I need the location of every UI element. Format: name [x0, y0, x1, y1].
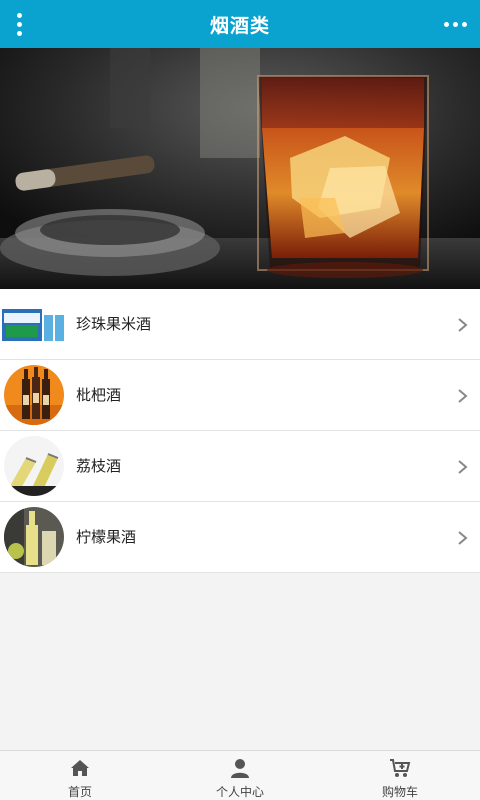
- list-item[interactable]: 枇杷酒: [0, 360, 480, 431]
- menu-button[interactable]: [6, 7, 32, 41]
- item-label: 荔枝酒: [76, 457, 122, 475]
- more-dot-icon: [452, 21, 458, 27]
- home-icon: [71, 760, 89, 776]
- tab-label: 个人中心: [215, 785, 264, 799]
- menu-dot-icon: [16, 30, 22, 36]
- lychee-wine-image: [4, 436, 64, 496]
- product-list: 珍珠果米酒 枇杷酒 荔枝酒 柠檬果酒: [0, 289, 480, 573]
- rice-wine-box-image: [2, 309, 64, 341]
- item-label: 柠檬果酒: [76, 528, 137, 546]
- list-item[interactable]: 柠檬果酒: [0, 502, 480, 573]
- tab-profile[interactable]: 个人中心: [160, 751, 320, 800]
- more-options-button[interactable]: [440, 10, 470, 38]
- tab-label: 首页: [67, 785, 92, 799]
- banner-image[interactable]: [0, 48, 480, 289]
- chevron-right-icon: [458, 389, 468, 403]
- chevron-right-icon: [458, 531, 468, 545]
- tab-cart[interactable]: 购物车: [320, 751, 480, 800]
- loquat-wine-image: [4, 365, 64, 425]
- chevron-right-icon: [458, 460, 468, 474]
- cart-icon: [390, 759, 411, 777]
- item-thumbnail: [2, 307, 66, 343]
- list-item[interactable]: 珍珠果米酒: [0, 289, 480, 360]
- page-title: 烟酒类: [209, 14, 270, 37]
- item-label: 珍珠果米酒: [76, 315, 152, 333]
- chevron-right-icon: [458, 318, 468, 332]
- whiskey-glass-photo: [0, 48, 480, 289]
- user-icon: [231, 759, 249, 778]
- bottom-tab-bar: 首页 个人中心 购物车: [0, 750, 480, 800]
- list-item[interactable]: 荔枝酒: [0, 431, 480, 502]
- menu-dot-icon: [16, 21, 22, 27]
- top-header: 烟酒类: [0, 0, 480, 48]
- tab-label: 购物车: [381, 785, 418, 799]
- item-thumbnail: [4, 436, 64, 496]
- menu-dot-icon: [16, 12, 22, 18]
- item-label: 枇杷酒: [76, 386, 122, 404]
- item-thumbnail: [4, 365, 64, 425]
- lemon-wine-image: [4, 507, 64, 567]
- more-dot-icon: [461, 21, 467, 27]
- more-dot-icon: [443, 21, 449, 27]
- tab-home[interactable]: 首页: [0, 751, 160, 800]
- item-thumbnail: [4, 507, 64, 567]
